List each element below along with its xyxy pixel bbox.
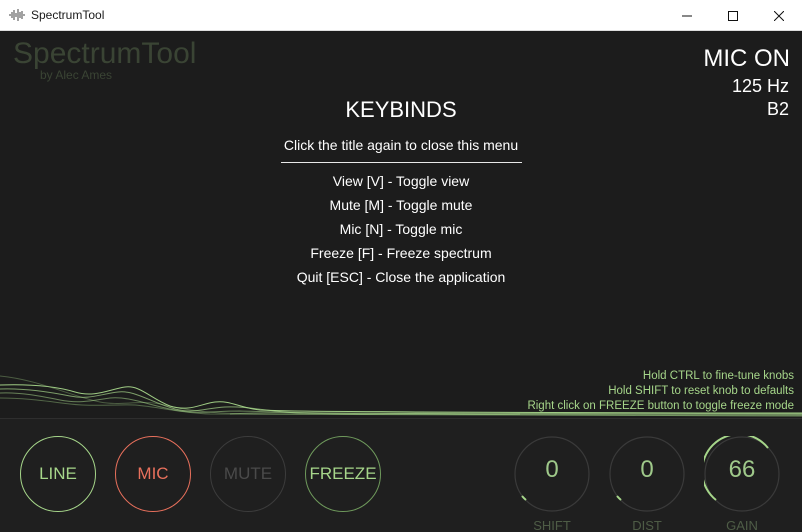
keybinds-hint: Click the title again to close this menu [283, 137, 519, 153]
minimize-icon [682, 15, 692, 16]
help-tips: Hold CTRL to fine-tune knobs Hold SHIFT … [527, 369, 794, 414]
dist-knob[interactable]: 0 DIST [609, 436, 685, 532]
shift-knob-label: SHIFT [533, 518, 571, 532]
frequency-readout: 125 Hz [731, 76, 789, 96]
gain-knob-label: GAIN [726, 518, 758, 532]
gain-knob-value: 66 [728, 456, 756, 483]
dist-knob-label: DIST [632, 518, 662, 532]
shift-knob-value: 0 [545, 456, 559, 483]
keybind-item: Quit [ESC] - Close the application [296, 269, 506, 285]
keybinds-title[interactable]: KEYBINDS [0, 97, 802, 123]
freeze-button-label: FREEZE [309, 464, 377, 483]
control-panel: LINE MIC MUTE FREEZE 0 SHIFT 0 DIST 66 G… [0, 418, 802, 532]
close-icon [774, 10, 784, 21]
mic-status: MIC ON [703, 45, 790, 72]
shift-knob[interactable]: 0 SHIFT [514, 436, 590, 532]
logo-title: SpectrumTool [13, 37, 197, 70]
gain-knob[interactable]: 66 GAIN [704, 436, 780, 532]
line-button[interactable]: LINE [20, 436, 96, 512]
window-title: SpectrumTool [31, 8, 105, 22]
line-button-label: LINE [39, 464, 77, 483]
freeze-button[interactable]: FREEZE [305, 436, 381, 512]
close-button[interactable] [756, 0, 802, 31]
keybind-item: Freeze [F] - Freeze spectrum [310, 245, 492, 261]
app-canvas: SpectrumTool by Alec Ames MIC ON 125 Hz … [0, 32, 802, 532]
keybinds-divider [281, 162, 522, 163]
waveform-icon [9, 9, 25, 21]
keybind-item: View [V] - Toggle view [332, 173, 470, 189]
window-titlebar: SpectrumTool [0, 0, 802, 31]
keybind-item: Mute [M] - Toggle mute [329, 197, 473, 213]
mute-button[interactable]: MUTE [210, 436, 286, 512]
tip-line: Hold CTRL to fine-tune knobs [642, 370, 794, 382]
minimize-button[interactable] [664, 0, 710, 31]
keybind-item: Mic [N] - Toggle mic [339, 221, 463, 237]
mic-button-label: MIC [137, 464, 169, 483]
dist-knob-value: 0 [640, 456, 654, 483]
maximize-button[interactable] [710, 0, 756, 31]
tip-line: Hold SHIFT to reset knob to defaults [608, 385, 794, 397]
tip-line: Right click on FREEZE button to toggle f… [527, 400, 794, 412]
logo-subtitle: by Alec Ames [40, 68, 113, 82]
mic-button[interactable]: MIC [115, 436, 191, 512]
maximize-icon [728, 10, 738, 21]
mute-button-label: MUTE [223, 464, 273, 483]
